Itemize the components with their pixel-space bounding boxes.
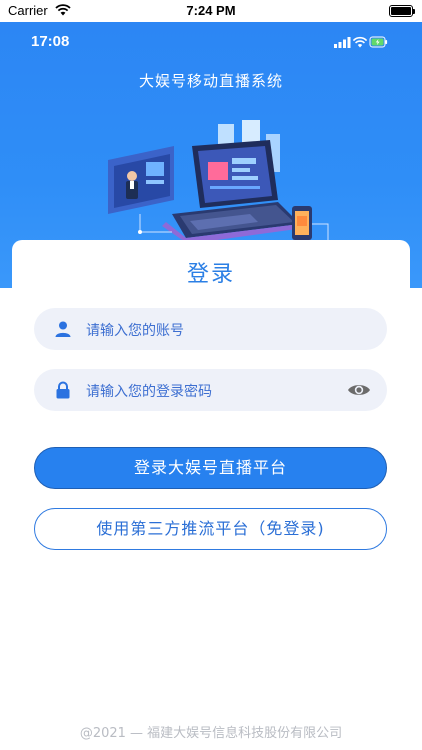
login-button[interactable]: 登录大娱号直播平台: [34, 447, 387, 489]
signal-wifi-battery-icons: [334, 36, 388, 48]
account-input[interactable]: 请输入您的账号: [34, 308, 387, 350]
app-title: 大娱号移动直播系统: [138, 72, 283, 90]
password-placeholder: 请输入您的登录密码: [86, 384, 212, 400]
system-status-bar: Carrier 7:24 PM: [0, 0, 422, 22]
app-status-bar: 17:08: [0, 22, 422, 60]
user-icon: [55, 321, 71, 337]
eye-icon[interactable]: [347, 382, 371, 398]
login-title: 登录: [186, 262, 235, 287]
password-input[interactable]: 请输入您的登录密码: [34, 369, 387, 411]
login-card: 登录 请输入您的账号 请输入您的登录密码 登录大娱号直播平台 使用第三方推流平台…: [12, 240, 410, 750]
lock-icon: [56, 381, 70, 399]
battery-icon: [389, 5, 415, 17]
third-party-stream-button[interactable]: 使用第三方推流平台（免登录): [34, 508, 387, 550]
system-time: 7:24 PM: [186, 3, 236, 18]
app-status-time: 17:08: [31, 33, 70, 50]
account-placeholder: 请输入您的账号: [86, 323, 184, 339]
copyright-footer: @2021 — 福建大娱号信息科技股份有限公司: [79, 726, 343, 741]
